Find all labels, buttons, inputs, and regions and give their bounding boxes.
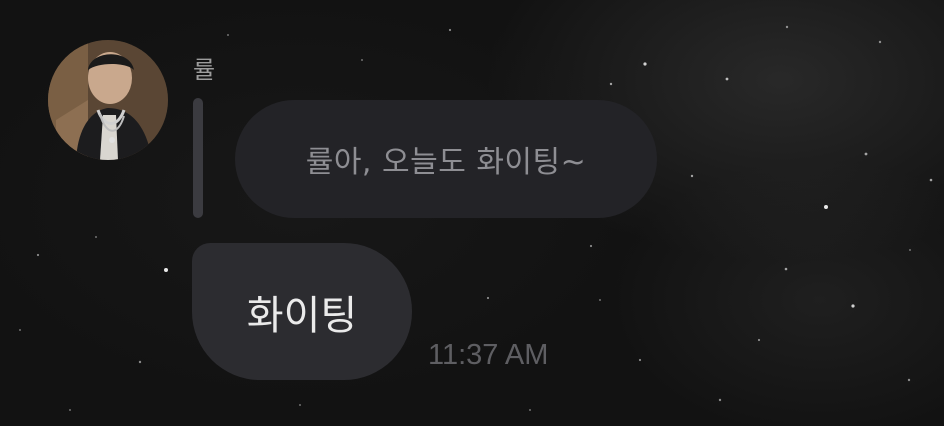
message-timestamp: 11:37 AM — [428, 339, 549, 371]
quoted-message-bubble[interactable]: 률아, 오늘도 화이팅~ — [235, 100, 657, 218]
reply-indicator-bar — [193, 98, 203, 218]
message-bubble[interactable]: 화이팅 — [192, 243, 412, 380]
profile-photo-icon — [48, 40, 168, 160]
sender-name: 률 — [193, 56, 216, 84]
message-text: 화이팅 — [246, 292, 358, 339]
avatar[interactable] — [48, 40, 168, 160]
quoted-message-text: 률아, 오늘도 화이팅~ — [305, 145, 587, 180]
